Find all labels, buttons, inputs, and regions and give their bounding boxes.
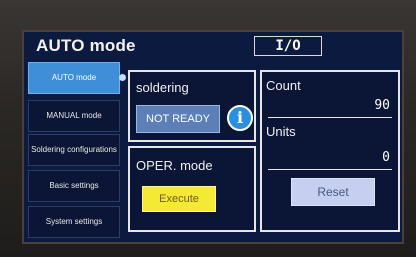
units-underline — [268, 169, 392, 170]
oper-mode-label: OPER. mode — [136, 158, 213, 173]
hmi-screen: AUTO mode I/O AUTO mode MANUAL mode Sold… — [22, 30, 404, 244]
operation-mode-panel: OPER. mode Execute — [128, 146, 256, 232]
units-value: 0 — [382, 150, 390, 165]
title-bar: AUTO mode I/O — [24, 32, 402, 60]
counters-panel: Count 90 Units 0 Reset — [260, 70, 400, 232]
info-icon[interactable]: i — [227, 105, 253, 131]
count-underline — [268, 117, 392, 118]
soldering-panel: soldering NOT READY i — [128, 70, 256, 142]
count-label: Count — [266, 78, 301, 93]
sidebar-item-basic-settings[interactable]: Basic settings — [28, 170, 120, 202]
execute-button[interactable]: Execute — [142, 186, 216, 212]
sidebar-item-system-settings[interactable]: System settings — [28, 206, 120, 238]
page-title: AUTO mode — [36, 36, 136, 55]
active-indicator-dot — [119, 74, 126, 81]
sidebar-item-auto-mode[interactable]: AUTO mode — [28, 62, 120, 94]
sidebar-item-soldering-configurations[interactable]: Soldering configurations — [28, 134, 120, 166]
soldering-label: soldering — [136, 80, 189, 95]
reset-button[interactable]: Reset — [291, 178, 375, 206]
soldering-status-button[interactable]: NOT READY — [136, 105, 220, 133]
count-value: 90 — [374, 98, 390, 113]
sidebar-item-manual-mode[interactable]: MANUAL mode — [28, 100, 120, 132]
units-label: Units — [266, 124, 296, 139]
io-indicator[interactable]: I/O — [254, 36, 322, 56]
